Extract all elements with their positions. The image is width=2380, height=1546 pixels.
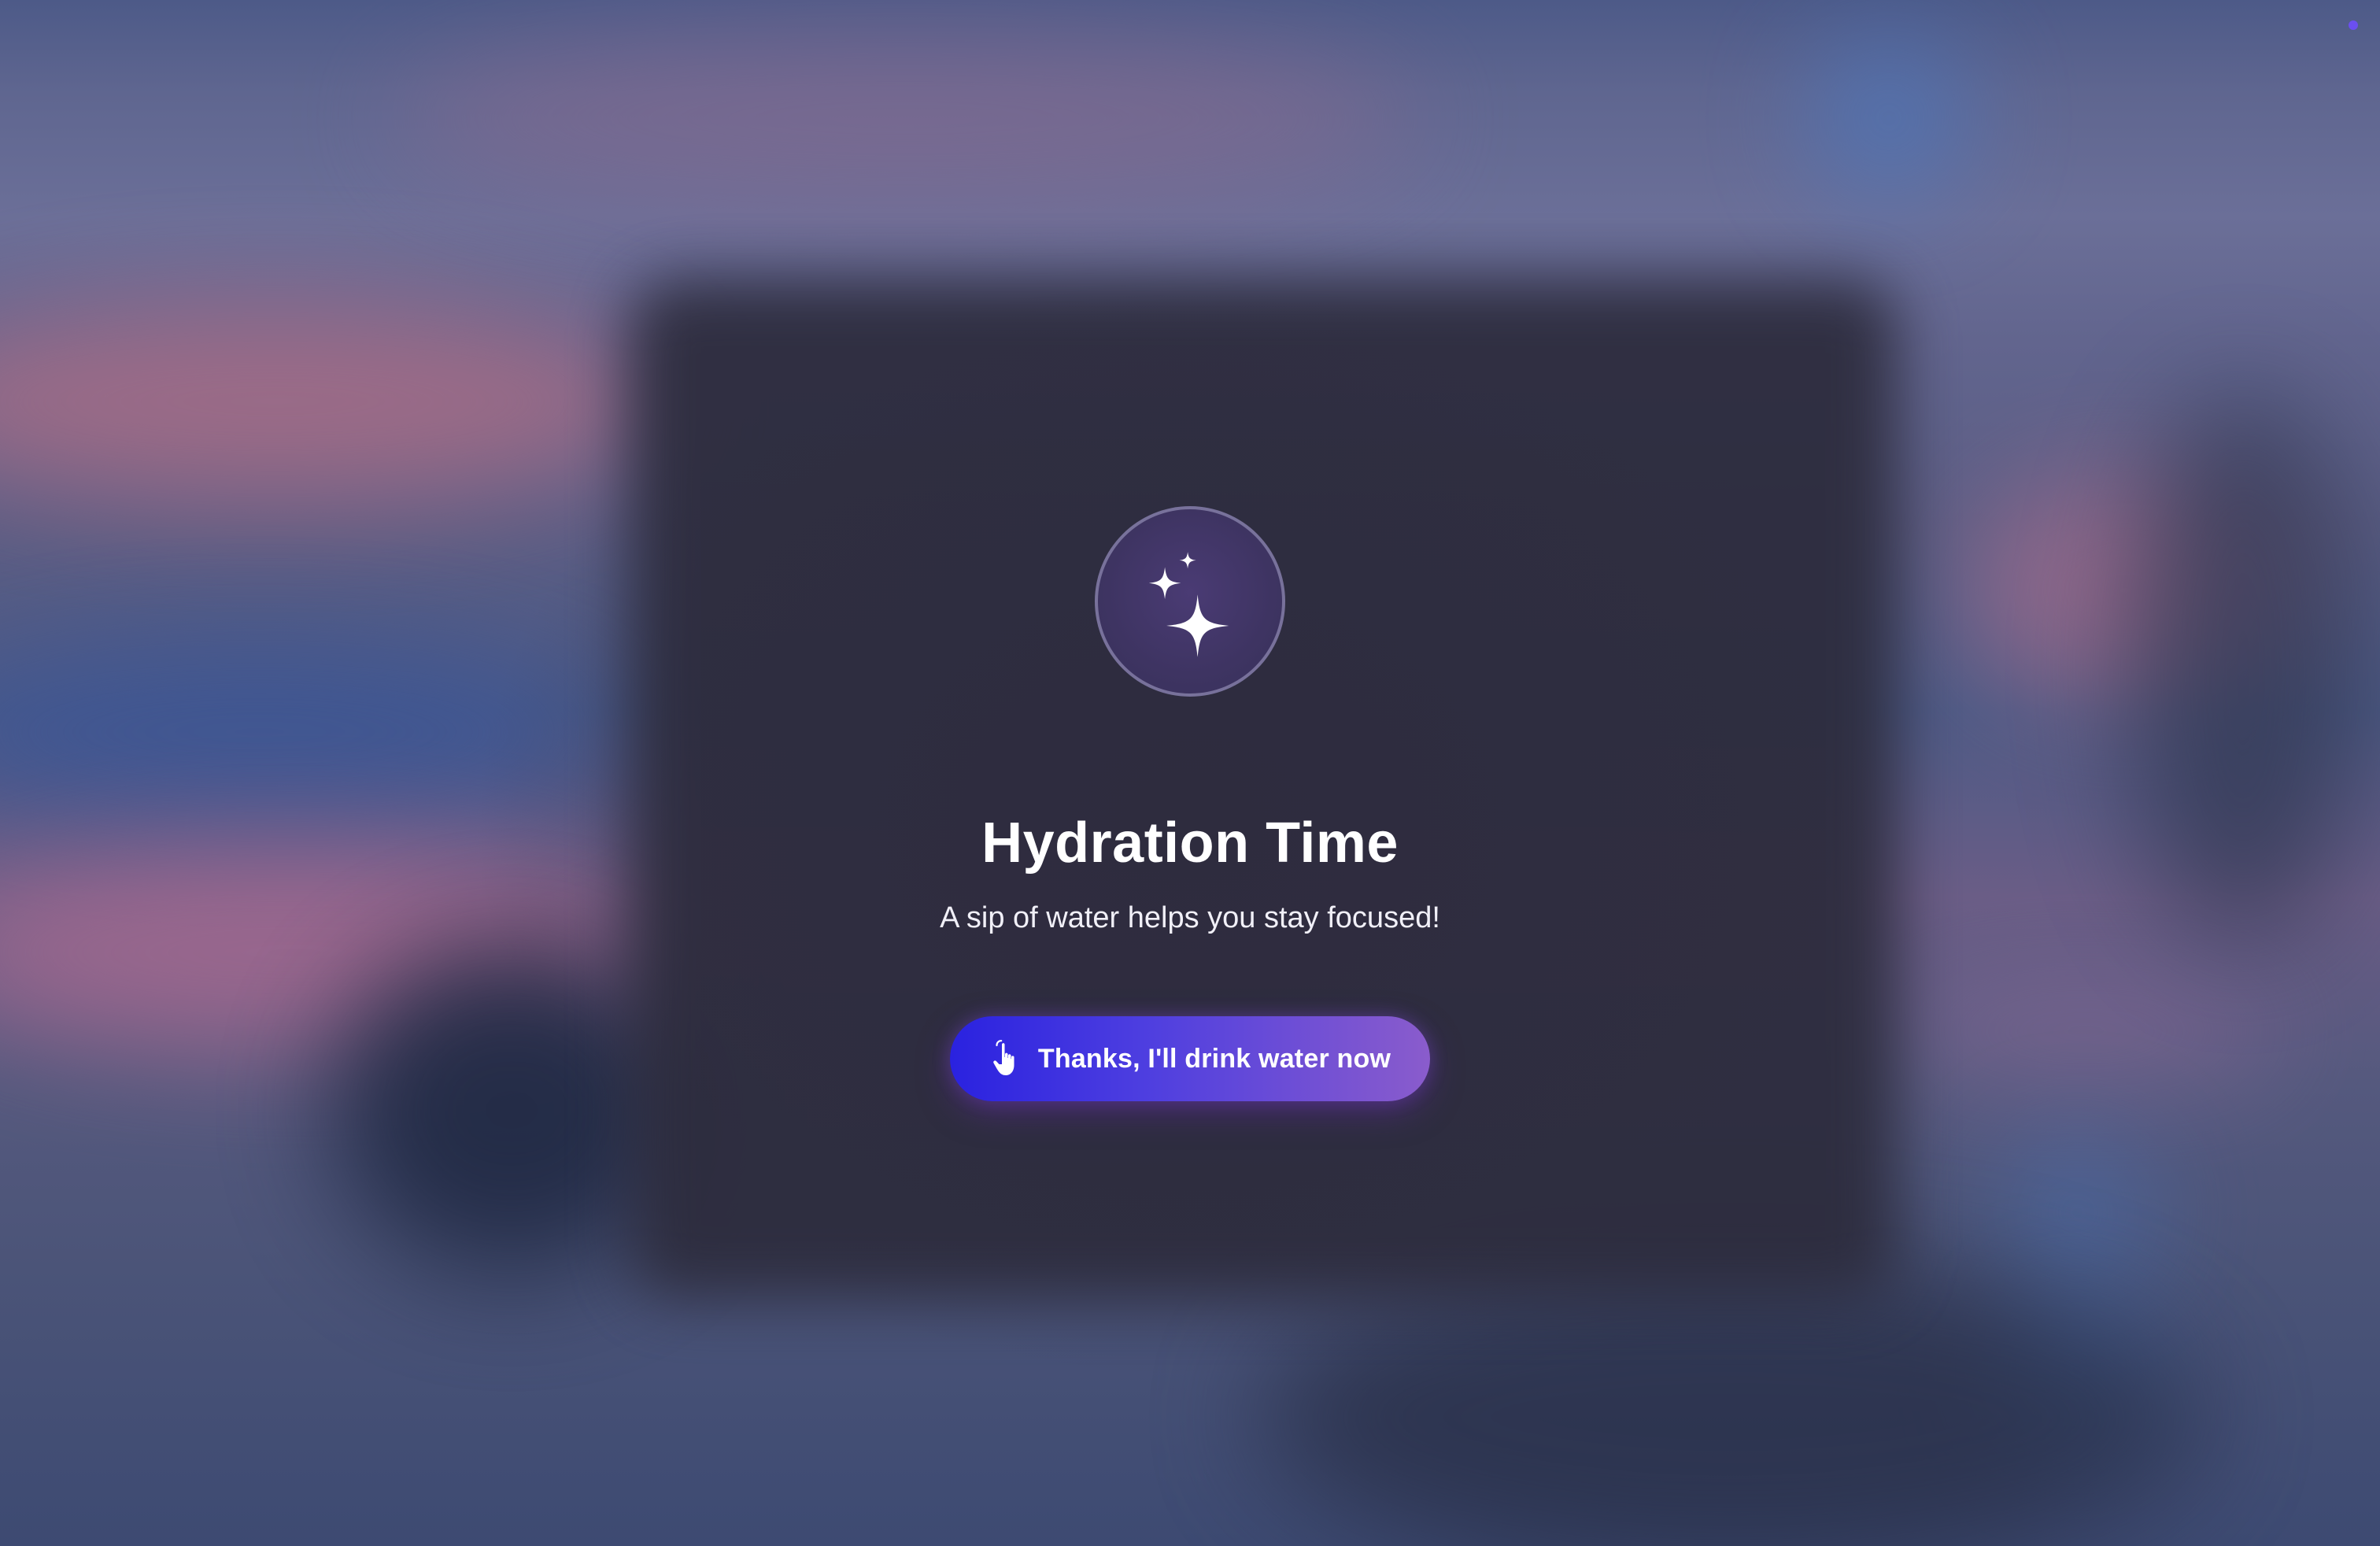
drink-water-button[interactable]: Thanks, I'll drink water now xyxy=(950,1016,1430,1101)
sparkles-icon xyxy=(1095,506,1285,697)
hydration-reminder-overlay: Hydration Time A sip of water helps you … xyxy=(0,0,2380,1546)
reminder-message: A sip of water helps you stay focused! xyxy=(940,901,1440,934)
hand-pointer-icon xyxy=(993,1040,1014,1075)
reminder-title: Hydration Time xyxy=(981,812,1399,875)
drink-water-button-label: Thanks, I'll drink water now xyxy=(1037,1043,1391,1074)
